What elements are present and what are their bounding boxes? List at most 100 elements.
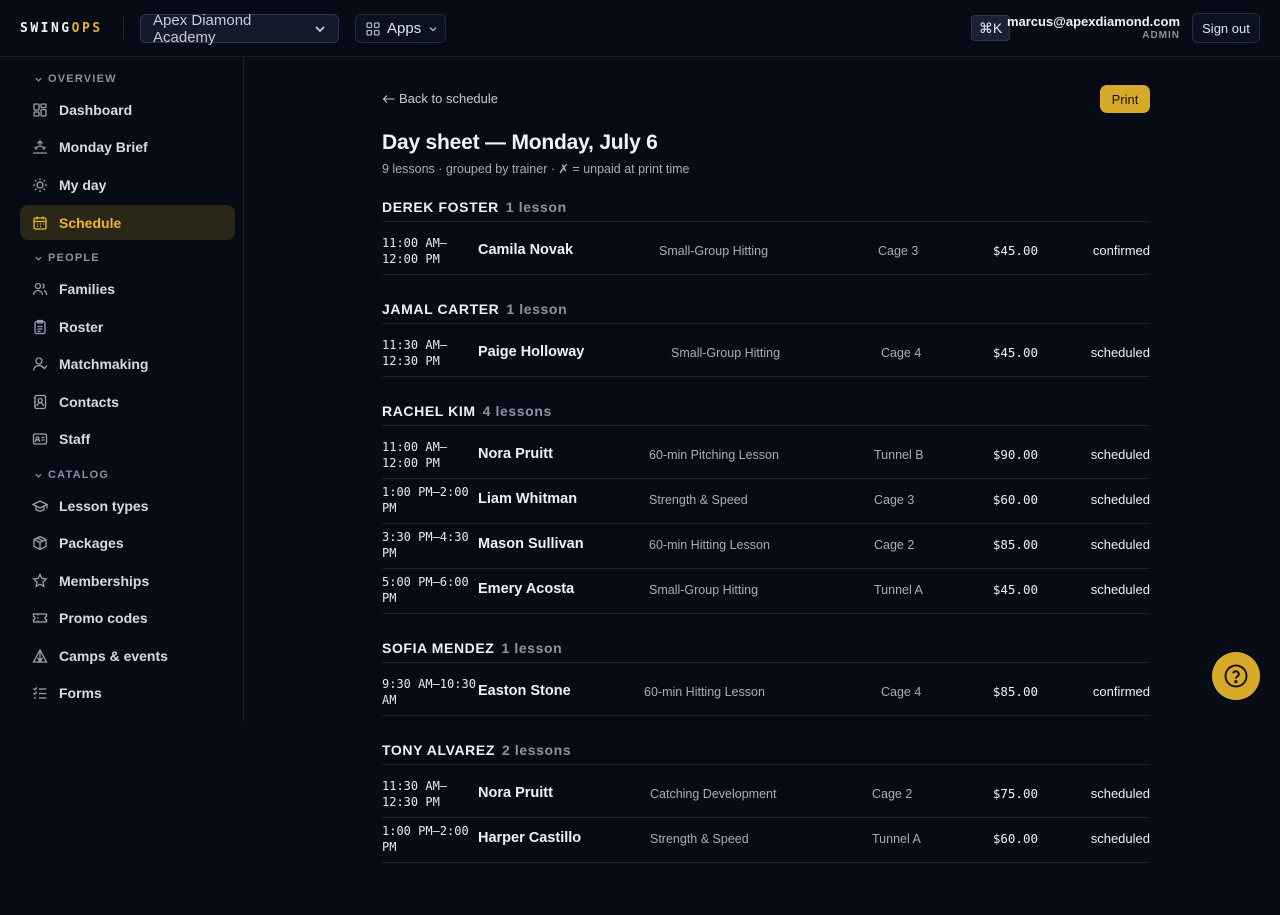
- divider: [382, 613, 1150, 614]
- lesson-row[interactable]: 1:00 PM–2:00 PM Liam Whitman Strength & …: [382, 478, 1150, 522]
- lesson-status: scheduled: [1090, 447, 1150, 462]
- section-overview[interactable]: OVERVIEW: [34, 73, 117, 85]
- sidebar-item-label: Packages: [59, 534, 124, 551]
- lesson-row[interactable]: 5:00 PM–6:00 PM Emery Acosta Small-Group…: [382, 568, 1150, 612]
- lesson-time: 11:00 AM–12:00 PM: [382, 236, 448, 266]
- sidebar-item-monday-brief[interactable]: Monday Brief: [20, 129, 235, 164]
- trainer-lesson-count: 1 lesson: [506, 301, 568, 317]
- trainer-lesson-count: 4 lessons: [482, 403, 552, 419]
- apps-grid-icon: [366, 21, 380, 36]
- sunrise-icon: [32, 139, 48, 155]
- lesson-row[interactable]: 9:30 AM–10:30 AM Easton Stone 60-min Hit…: [382, 670, 1150, 714]
- star-icon: [32, 572, 48, 589]
- logo-accent-text: OPS: [71, 21, 103, 36]
- lesson-time: 11:30 AM–12:30 PM: [382, 779, 448, 809]
- back-link-label: Back to schedule: [399, 91, 499, 106]
- sidebar: OVERVIEW Dashboard Monday Brief My day S…: [0, 57, 244, 722]
- lesson-location: Tunnel B: [874, 448, 924, 462]
- chevron-down-icon: [35, 473, 42, 478]
- sidebar-item-packages[interactable]: Packages: [20, 525, 235, 560]
- help-button[interactable]: [1212, 652, 1260, 700]
- users-icon: [32, 281, 48, 297]
- trainer-header: DEREK FOSTER 1 lesson: [382, 199, 1150, 215]
- org-select[interactable]: Apex Diamond Academy: [140, 11, 339, 46]
- print-button[interactable]: Print: [1100, 85, 1150, 113]
- trainer-name: RACHEL KIM: [382, 403, 476, 419]
- page-subtitle: 9 lessons · grouped by trainer · ✗ = unp…: [382, 162, 690, 176]
- lesson-price: $45.00: [992, 582, 1038, 597]
- lesson-price: $60.00: [992, 492, 1038, 507]
- lesson-price: $45.00: [992, 243, 1038, 258]
- sidebar-item-forms[interactable]: Forms: [20, 675, 235, 710]
- lesson-price: $85.00: [992, 684, 1038, 699]
- trainer-lesson-count: 1 lesson: [501, 640, 563, 656]
- help-icon: [1223, 663, 1249, 689]
- divider: [382, 274, 1150, 275]
- lesson-row[interactable]: 11:30 AM–12:30 PM Nora Pruitt Catching D…: [382, 772, 1150, 816]
- lesson-row[interactable]: 1:00 PM–2:00 PM Harper Castillo Strength…: [382, 817, 1150, 861]
- divider: [382, 715, 1150, 716]
- section-label: OVERVIEW: [48, 73, 117, 85]
- lesson-location: Tunnel A: [872, 832, 921, 846]
- sidebar-item-contacts[interactable]: Contacts: [20, 384, 235, 419]
- sidebar-item-label: My day: [59, 176, 107, 193]
- top-bar: SWINGOPS Apex Diamond Academy Apps ⌘K ma…: [0, 0, 1280, 57]
- page-title: Day sheet — Monday, July 6: [382, 131, 658, 154]
- sidebar-item-families[interactable]: Families: [20, 271, 235, 306]
- lesson-type: Catching Development: [650, 787, 777, 801]
- header-divider: [123, 17, 124, 39]
- lesson-location: Cage 4: [881, 685, 922, 699]
- sidebar-item-label: Memberships: [59, 572, 150, 589]
- lesson-price: $90.00: [992, 447, 1038, 462]
- user-match-icon: [32, 356, 48, 372]
- lesson-type: Strength & Speed: [649, 493, 748, 507]
- trainer-header: JAMAL CARTER 1 lesson: [382, 301, 1150, 317]
- command-palette-button[interactable]: ⌘K: [971, 15, 1010, 41]
- sidebar-item-label: Contacts: [59, 393, 119, 410]
- lesson-type: 60-min Pitching Lesson: [649, 448, 779, 462]
- lesson-time: 11:30 AM–12:30 PM: [382, 338, 448, 368]
- user-email: marcus@apexdiamond.com: [1006, 14, 1180, 29]
- sidebar-item-label: Lesson types: [59, 497, 149, 514]
- apps-button[interactable]: Apps: [355, 14, 446, 43]
- lesson-type: Small-Group Hitting: [649, 583, 759, 597]
- divider: [382, 323, 1150, 324]
- box-icon: [32, 535, 48, 551]
- lesson-price: $60.00: [992, 831, 1038, 846]
- app-logo[interactable]: SWINGOPS: [20, 21, 103, 36]
- sidebar-item-label: Staff: [59, 430, 91, 447]
- sidebar-item-my-day[interactable]: My day: [20, 167, 235, 202]
- divider: [382, 376, 1150, 377]
- sidebar-item-matchmaking[interactable]: Matchmaking: [20, 346, 235, 381]
- org-select-value: Apex Diamond Academy: [153, 11, 252, 46]
- back-to-schedule-link[interactable]: Back to schedule: [382, 91, 498, 106]
- sidebar-item-lesson-types[interactable]: Lesson types: [20, 488, 235, 523]
- trainer-header: RACHEL KIM 4 lessons: [382, 403, 1150, 419]
- sidebar-item-dashboard[interactable]: Dashboard: [20, 92, 235, 127]
- sidebar-item-roster[interactable]: Roster: [20, 309, 235, 344]
- sidebar-item-promo-codes[interactable]: Promo codes: [20, 600, 235, 635]
- logo-main-text: SWING: [20, 21, 72, 36]
- lesson-time: 9:30 AM–10:30 AM: [382, 677, 476, 707]
- lesson-type: 60-min Hitting Lesson: [649, 538, 770, 552]
- chevron-down-icon: [314, 23, 326, 35]
- lesson-status: confirmed: [1092, 684, 1150, 699]
- lesson-time: 1:00 PM–2:00 PM: [382, 824, 469, 854]
- sidebar-item-camps-events[interactable]: Camps & events: [20, 638, 235, 673]
- id-card-icon: [32, 431, 48, 447]
- lesson-row[interactable]: 11:00 AM–12:00 PM Camila Novak Small-Gro…: [382, 229, 1150, 273]
- sign-out-button[interactable]: Sign out: [1192, 13, 1260, 43]
- divider: [382, 662, 1150, 663]
- sidebar-item-memberships[interactable]: Memberships: [20, 563, 235, 598]
- lesson-row[interactable]: 11:30 AM–12:30 PM Paige Holloway Small-G…: [382, 331, 1150, 375]
- lesson-row[interactable]: 3:30 PM–4:30 PM Mason Sullivan 60-min Hi…: [382, 523, 1150, 567]
- lesson-location: Cage 3: [878, 244, 919, 258]
- section-people[interactable]: PEOPLE: [34, 252, 100, 264]
- tent-icon: [32, 648, 48, 664]
- sidebar-item-schedule[interactable]: Schedule: [20, 205, 235, 240]
- section-catalog[interactable]: CATALOG: [34, 469, 109, 481]
- lesson-time: 3:30 PM–4:30 PM: [382, 530, 469, 560]
- sidebar-item-staff[interactable]: Staff: [20, 421, 235, 456]
- lesson-row[interactable]: 11:00 AM–12:00 PM Nora Pruitt 60-min Pit…: [382, 433, 1150, 477]
- checklist-icon: [32, 685, 48, 701]
